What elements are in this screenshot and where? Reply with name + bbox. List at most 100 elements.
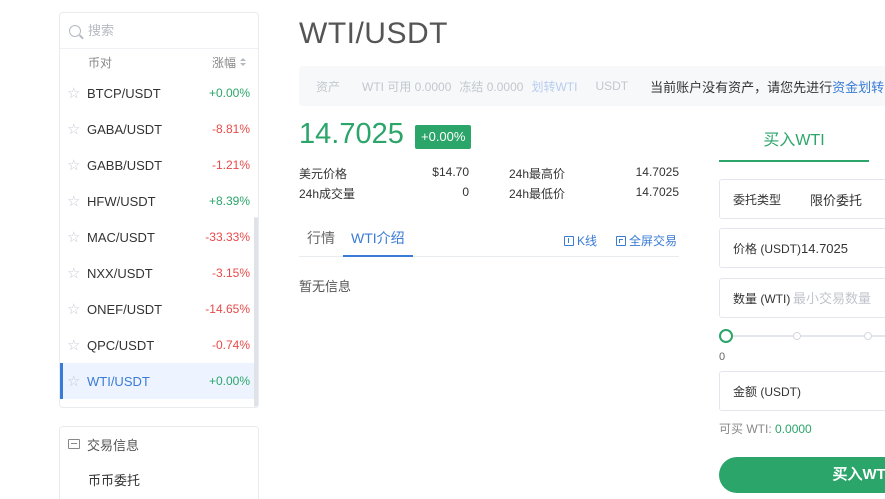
search-icon — [69, 24, 81, 37]
pair-name: BTCP/USDT — [87, 85, 161, 101]
pair-row[interactable]: ☆ GABB/USDT -1.21% — [60, 147, 258, 183]
star-icon[interactable]: ☆ — [67, 230, 87, 245]
pair-change: -1.21% — [211, 158, 250, 172]
info-tabs: 行情 WTI介绍 K线 全屏交易 — [299, 222, 679, 257]
star-icon[interactable]: ☆ — [67, 374, 87, 389]
available-label: 可买 WTI: — [719, 422, 772, 436]
pair-row[interactable]: ☆ ONEF/USDT -14.65% — [60, 291, 258, 327]
star-icon[interactable]: ☆ — [67, 194, 87, 209]
pair-name: GABA/USDT — [87, 121, 163, 137]
fullscreen-trade-link[interactable]: 全屏交易 — [616, 232, 677, 249]
trade-info-panel: 交易信息 币币委托 — [59, 426, 259, 499]
pair-change: -8.81% — [211, 122, 250, 136]
asset-bar: 资产 WTI 可用 0.0000 冻结 0.0000 划转WTI USDT 当前… — [299, 66, 885, 106]
pair-change: -33.33% — [205, 230, 250, 244]
column-pair: 币对 — [88, 55, 113, 70]
pair-list-scrollbar[interactable] — [254, 217, 258, 407]
page-title: WTI/USDT — [299, 17, 448, 50]
low-label: 24h最低价 — [509, 187, 566, 201]
pair-change: +0.00% — [208, 374, 250, 388]
pair-change: -3.15% — [211, 266, 250, 280]
star-icon[interactable]: ☆ — [67, 122, 87, 137]
quantity-field[interactable]: 数量 (WTI) — [719, 278, 885, 318]
pair-change: +8.39% — [208, 194, 250, 208]
asset-available: WTI 可用 0.0000 — [362, 79, 452, 94]
star-icon[interactable]: ☆ — [67, 302, 87, 317]
amount-label: 金额 (USDT) — [733, 384, 801, 399]
usd-price-value: $14.70 — [432, 165, 469, 179]
price-label: 价格 (USDT) — [733, 241, 801, 256]
pair-name: WTI/USDT — [87, 373, 150, 389]
page: 币对 涨幅 ☆BTCP/USDT+0.00% ☆GABA/USDT-8.81% … — [0, 0, 885, 499]
search-bar[interactable] — [60, 13, 258, 49]
kline-icon — [564, 235, 574, 246]
trade-info-header: 交易信息 — [60, 427, 258, 461]
no-assets-notice: 当前账户没有资产，请您先进行 — [650, 79, 833, 95]
pair-row[interactable]: ☆ HFW/USDT +8.39% — [60, 183, 258, 219]
current-price: 14.7025 — [299, 118, 404, 150]
pair-name: QPC/USDT — [87, 337, 155, 353]
asset-usdt: USDT — [595, 79, 629, 93]
pair-name: NXX/USDT — [87, 265, 153, 281]
document-icon — [68, 439, 80, 449]
high-label: 24h最高价 — [509, 167, 566, 181]
star-icon[interactable]: ☆ — [67, 86, 87, 101]
slider-track — [727, 335, 885, 337]
pair-name: ONEF/USDT — [87, 301, 163, 317]
available-to-buy: 可买 WTI: 0.0000 — [719, 420, 812, 437]
trade-info-title: 交易信息 — [87, 437, 140, 453]
order-type-label: 委托类型 — [733, 192, 782, 207]
amount-field[interactable]: 金额 (USDT) — [719, 371, 885, 411]
slider-mark-25[interactable] — [793, 332, 801, 340]
price-input[interactable] — [801, 240, 885, 256]
tab-intro[interactable]: WTI介绍 — [343, 222, 413, 257]
quantity-label: 数量 (WTI) — [733, 291, 791, 306]
column-change-sort[interactable]: 涨幅 — [212, 54, 246, 71]
pair-row[interactable]: ☆ MAC/USDT -33.33% — [60, 219, 258, 255]
pair-row[interactable]: ☆ GABA/USDT -8.81% — [60, 111, 258, 147]
star-icon[interactable]: ☆ — [67, 158, 87, 173]
amount-input[interactable] — [801, 383, 885, 399]
pair-row[interactable]: ☆ QPC/USDT -0.74% — [60, 327, 258, 363]
slider-handle[interactable] — [719, 329, 733, 343]
asset-frozen: 冻结 0.0000 — [459, 79, 524, 94]
market-list-header: 币对 涨幅 — [60, 49, 258, 75]
pair-row-active[interactable]: ☆ WTI/USDT +0.00% — [60, 363, 258, 399]
transfer-link[interactable]: 划转WTI — [531, 78, 577, 95]
percent-slider[interactable] — [719, 329, 885, 345]
kline-label: K线 — [577, 234, 598, 248]
star-icon[interactable]: ☆ — [67, 338, 87, 353]
fullscreen-icon — [616, 235, 626, 246]
pair-row[interactable]: ☆ NXX/USDT -3.15% — [60, 255, 258, 291]
sort-icon — [240, 58, 246, 66]
tab-buy[interactable]: 买入WTI — [719, 124, 869, 162]
trade-info-item-orders[interactable]: 币币委托 — [60, 461, 258, 499]
pair-change: -14.65% — [205, 302, 250, 316]
quantity-input[interactable] — [793, 290, 885, 306]
pair-change: -0.74% — [211, 338, 250, 352]
pair-row[interactable]: ☆ BTCP/USDT +0.00% — [60, 75, 258, 111]
pair-list: ☆ BTCP/USDT +0.00% ☆ GABA/USDT -8.81% ☆ GABB/… — [60, 75, 258, 399]
usd-price-label: 美元价格 — [299, 167, 348, 181]
change-badge: +0.00% — [415, 125, 472, 149]
available-value: 0.0000 — [775, 422, 812, 436]
fund-transfer-link[interactable]: 资金划转 — [832, 77, 884, 96]
order-type-select[interactable]: 委托类型 限价委托 — [719, 179, 885, 219]
search-input[interactable] — [88, 23, 238, 38]
tab-market[interactable]: 行情 — [307, 222, 335, 257]
fullscreen-label: 全屏交易 — [629, 234, 678, 248]
high-value: 14.7025 — [635, 165, 679, 179]
kline-link[interactable]: K线 — [564, 232, 597, 249]
assets-label: 资产 — [316, 79, 341, 94]
market-panel: 币对 涨幅 ☆BTCP/USDT+0.00% ☆GABA/USDT-8.81% … — [59, 12, 259, 408]
slider-mark-50[interactable] — [864, 332, 872, 340]
low-value: 14.7025 — [635, 185, 679, 199]
pair-change: +0.00% — [208, 86, 250, 100]
slider-zero-label: 0 — [719, 351, 726, 363]
no-info-text: 暂无信息 — [299, 279, 352, 294]
buy-button[interactable]: 买入WTI — [719, 457, 885, 493]
price-field[interactable]: 价格 (USDT) — [719, 228, 885, 268]
volume-value: 0 — [462, 185, 469, 199]
column-change-label: 涨幅 — [211, 55, 236, 70]
star-icon[interactable]: ☆ — [67, 266, 87, 281]
